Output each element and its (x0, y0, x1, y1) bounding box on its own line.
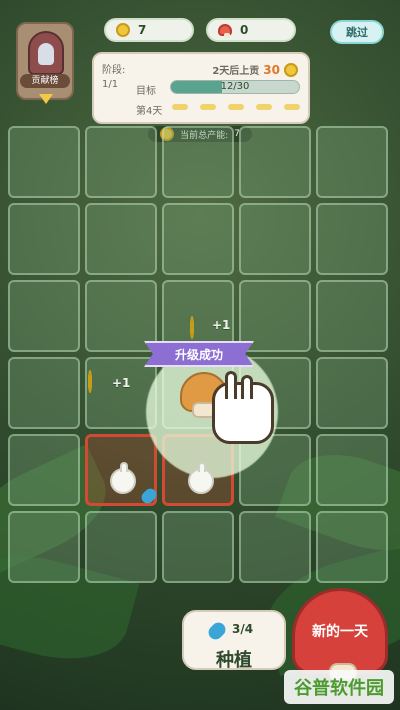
goal-progress-bar: 12/30 (170, 80, 300, 94)
plot-cell[interactable] (239, 203, 311, 275)
day-dot (200, 104, 216, 110)
plot-cell[interactable] (239, 126, 311, 198)
day-dots (172, 104, 300, 110)
sun-reward (88, 370, 92, 393)
new-day-label: 新的一天 (312, 624, 368, 640)
hand-pointer-icon (212, 371, 274, 444)
day-dot (256, 104, 272, 110)
plot-cell[interactable] (8, 203, 80, 275)
plot-cell[interactable] (85, 511, 157, 583)
plot-cell[interactable] (316, 511, 388, 583)
due-info: 2天后上贡 30 (212, 62, 298, 77)
watermark: 谷普软件园 (284, 670, 394, 704)
goal-progress-text: 12/30 (220, 81, 250, 92)
plant-label: 种植 (216, 650, 252, 671)
contribution-label: 贡献榜 (20, 74, 70, 88)
stage-panel: 阶段: 1/1 2天后上贡 30 目标 12/30 第4天 (92, 52, 310, 124)
sun-icon (284, 62, 298, 77)
sprout-icon (188, 462, 214, 494)
plot-cell[interactable] (8, 511, 80, 583)
sun-resource: 7 (104, 18, 194, 42)
sprout-icon (110, 462, 136, 494)
plot-cell[interactable] (85, 126, 157, 198)
plot-cell[interactable] (162, 203, 234, 275)
new-day-button[interactable]: 新的一天 (292, 588, 388, 681)
plot-cell[interactable] (85, 203, 157, 275)
plot-cell[interactable] (316, 434, 388, 506)
sun-icon (116, 23, 130, 37)
contribution-badge[interactable]: 贡献榜 (16, 22, 74, 104)
upgrade-banner: 升级成功 (144, 341, 254, 367)
plant-count: 3/4 (232, 622, 254, 636)
plot-cell[interactable] (8, 126, 80, 198)
plot-cell[interactable] (8, 357, 80, 429)
day-dot (172, 104, 188, 110)
plus-one-text: +1 (212, 318, 231, 332)
due-number: 30 (263, 62, 280, 77)
plot-cell[interactable] (316, 357, 388, 429)
badge-arrow-icon (39, 94, 53, 104)
mushroom-icon (218, 24, 232, 38)
water-drop-icon (205, 619, 229, 643)
goal-label: 目标 (136, 86, 156, 97)
day-label: 第4天 (136, 106, 163, 117)
plus-one-text: +1 (112, 376, 131, 390)
door-icon (28, 31, 64, 75)
plot-cell[interactable] (8, 434, 80, 506)
plot-cell[interactable] (239, 511, 311, 583)
due-text: 2天后上贡 (212, 66, 260, 77)
plot-cell[interactable] (162, 511, 234, 583)
plot-cell[interactable] (316, 203, 388, 275)
plot-cell[interactable] (8, 280, 80, 352)
stage-value: 1/1 (102, 79, 119, 90)
sun-reward (190, 316, 194, 339)
stage-info: 阶段: 1/1 (102, 64, 125, 92)
skip-button[interactable]: 跳过 (330, 20, 384, 44)
plot-cell[interactable] (316, 126, 388, 198)
sun-count: 7 (138, 23, 147, 37)
mushroom-resource: 0 (206, 18, 296, 42)
sun-icon (88, 370, 92, 393)
day-dot (228, 104, 244, 110)
plot-cell[interactable] (162, 126, 234, 198)
plant-button[interactable]: 3/4 种植 (182, 610, 286, 671)
stage-label: 阶段: (102, 65, 126, 76)
plot-cell[interactable] (316, 280, 388, 352)
day-dot (284, 104, 300, 110)
mushroom-count: 0 (240, 23, 249, 37)
sun-icon (190, 316, 194, 339)
